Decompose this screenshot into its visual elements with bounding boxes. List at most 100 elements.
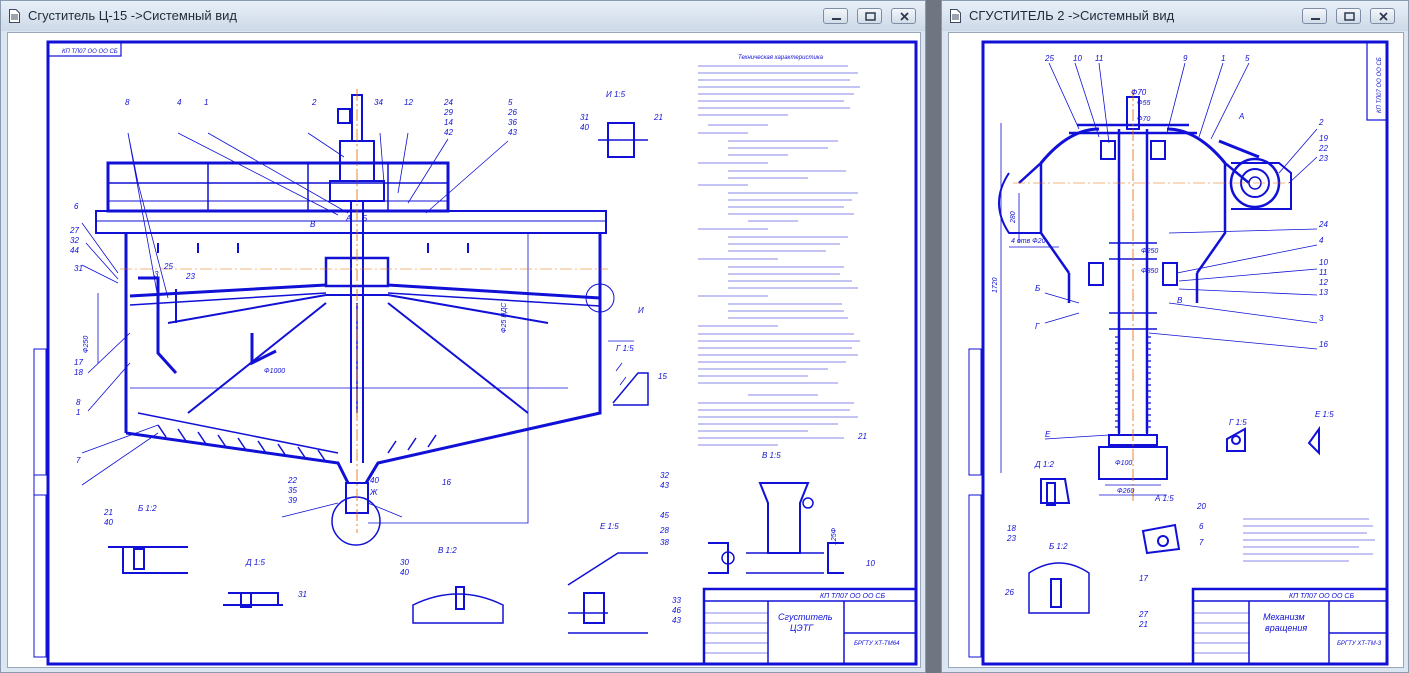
svg-text:7: 7: [1199, 538, 1204, 547]
svg-text:42: 42: [444, 128, 453, 137]
svg-text:7: 7: [76, 456, 81, 465]
close-button[interactable]: [1370, 8, 1395, 24]
svg-text:10: 10: [1319, 258, 1328, 267]
svg-text:31: 31: [298, 590, 307, 599]
svg-text:8: 8: [76, 398, 81, 407]
svg-text:35: 35: [288, 486, 297, 495]
svg-text:12: 12: [1319, 278, 1328, 287]
svg-text:15: 15: [658, 372, 667, 381]
svg-text:10: 10: [1073, 54, 1082, 63]
svg-text:Б: Б: [362, 214, 367, 223]
svg-text:16: 16: [442, 478, 451, 487]
dim-280: 280: [1010, 211, 1017, 224]
restore-button[interactable]: [1336, 8, 1361, 24]
svg-text:20: 20: [1196, 502, 1206, 511]
svg-text:5: 5: [508, 98, 513, 107]
svg-text:22: 22: [287, 476, 297, 485]
svg-text:13: 13: [1319, 288, 1328, 297]
svg-text:32: 32: [660, 471, 669, 480]
titlebar[interactable]: Сгуститель Ц-15 ->Системный вид: [1, 1, 925, 31]
svg-text:1: 1: [204, 98, 208, 107]
dim-height: Ф25 НДС: [501, 302, 508, 333]
svg-text:6: 6: [74, 202, 79, 211]
svg-text:39: 39: [288, 496, 297, 505]
svg-text:Ф70: Ф70: [1131, 88, 1147, 97]
dim-height: 1720: [992, 277, 999, 293]
svg-text:40: 40: [580, 123, 589, 132]
svg-text:27: 27: [69, 226, 79, 235]
svg-text:А: А: [1238, 112, 1244, 121]
drawing-name-line1: Механизм: [1263, 612, 1305, 622]
organization: БРГТУ ХТ-ТМ-3: [1337, 641, 1382, 647]
svg-text:46: 46: [672, 606, 681, 615]
svg-text:9: 9: [1183, 54, 1188, 63]
svg-text:38: 38: [660, 538, 669, 547]
svg-text:40: 40: [370, 476, 379, 485]
svg-text:25: 25: [1044, 54, 1054, 63]
svg-text:14: 14: [444, 118, 453, 127]
minimize-icon: [832, 18, 841, 20]
notes-text-block: [698, 65, 860, 446]
dim-base: Ф100: [1115, 460, 1132, 467]
svg-text:27: 27: [1138, 610, 1148, 619]
document-window-1[interactable]: Сгуститель Ц-15 ->Системный вид КП ТЛ07 …: [0, 0, 926, 673]
svg-text:И: И: [638, 306, 644, 315]
svg-text:22: 22: [1318, 144, 1328, 153]
svg-text:2: 2: [311, 98, 317, 107]
svg-text:28: 28: [659, 526, 669, 535]
svg-text:40: 40: [104, 518, 113, 527]
svg-text:12: 12: [404, 98, 413, 107]
svg-text:31: 31: [74, 264, 83, 273]
svg-text:11: 11: [1319, 268, 1327, 277]
svg-text:16: 16: [1319, 340, 1328, 349]
minimize-button[interactable]: [1302, 8, 1327, 24]
svg-text:Г 1:5: Г 1:5: [616, 344, 634, 353]
drawing-name-line1: Сгуститель: [778, 612, 833, 622]
svg-text:Д 1:5: Д 1:5: [245, 558, 266, 567]
svg-text:Д 1:2: Д 1:2: [1034, 460, 1055, 469]
svg-text:Б 1:2: Б 1:2: [138, 504, 157, 513]
organization: БРГТУ ХТ-ТМ64: [854, 641, 900, 647]
titlebar[interactable]: СГУСТИТЕЛЬ 2 ->Системный вид: [942, 1, 1408, 31]
svg-text:24: 24: [443, 98, 453, 107]
svg-text:43: 43: [660, 481, 669, 490]
svg-text:10: 10: [866, 559, 875, 568]
svg-text:2: 2: [1318, 118, 1324, 127]
svg-text:Е 1:5: Е 1:5: [1315, 410, 1334, 419]
svg-text:31: 31: [580, 113, 589, 122]
svg-text:25: 25: [163, 262, 173, 271]
svg-text:Ж: Ж: [369, 488, 378, 497]
svg-text:21: 21: [1138, 620, 1148, 629]
svg-text:Е: Е: [1045, 430, 1051, 439]
svg-text:Б 1:2: Б 1:2: [1049, 542, 1068, 551]
svg-text:34: 34: [374, 98, 383, 107]
svg-text:24: 24: [1318, 220, 1328, 229]
document-window-2[interactable]: СГУСТИТЕЛЬ 2 ->Системный вид КП ТЛ07 ОО …: [941, 0, 1409, 673]
restore-button[interactable]: [857, 8, 882, 24]
svg-text:В 1:2: В 1:2: [438, 546, 457, 555]
svg-text:33: 33: [672, 596, 681, 605]
drawing-canvas[interactable]: КП ТЛ07 ОО ОО СБ: [948, 32, 1404, 668]
svg-text:43: 43: [508, 128, 517, 137]
svg-text:1: 1: [76, 408, 80, 417]
dim-housing: Ф350: [1141, 268, 1158, 275]
svg-text:А 1:5: А 1:5: [1154, 494, 1174, 503]
svg-text:26: 26: [1004, 588, 1014, 597]
close-button[interactable]: [891, 8, 916, 24]
svg-text:11: 11: [1095, 54, 1103, 63]
restore-icon: [865, 12, 876, 21]
drawing-canvas[interactable]: КП ТЛ07 ОО ОО СБ: [7, 32, 921, 668]
minimize-button[interactable]: [823, 8, 848, 24]
dim-left: Ф250: [83, 336, 90, 353]
svg-text:8: 8: [125, 98, 130, 107]
drawing-name-line2: ЦЭТГ: [790, 623, 814, 633]
svg-text:17: 17: [1139, 574, 1148, 583]
document-icon: [950, 9, 961, 23]
drawing-name-line2: вращения: [1265, 623, 1307, 633]
window-gap: [926, 0, 941, 673]
close-icon: [1379, 12, 1388, 21]
dim-base-outer: Ф260: [1117, 488, 1134, 495]
svg-text:В 1:5: В 1:5: [762, 451, 781, 460]
corner-code: КП ТЛ07 ОО ОО СБ: [1377, 57, 1383, 113]
svg-text:Е 1:5: Е 1:5: [600, 522, 619, 531]
